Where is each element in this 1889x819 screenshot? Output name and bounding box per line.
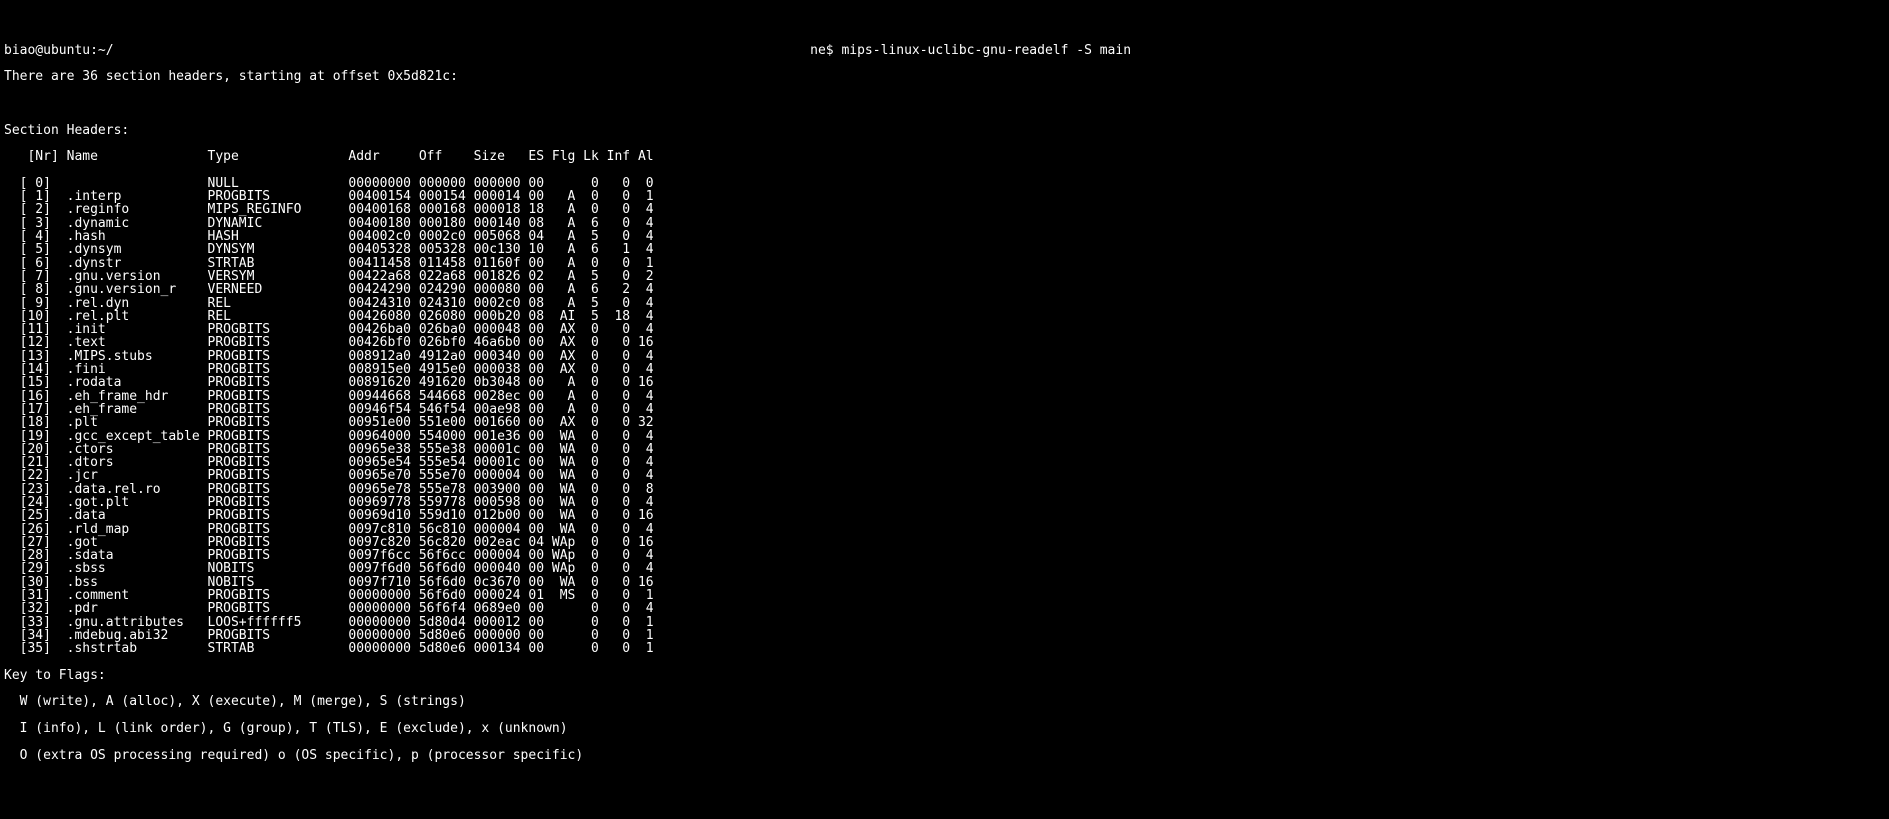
table-row: [ 8] .gnu.version_r VERNEED 00424290 024… [4, 283, 1889, 296]
flags-line-3: O (extra OS processing required) o (OS s… [4, 749, 1889, 762]
table-row: [14] .fini PROGBITS 008915e0 4915e0 0000… [4, 363, 1889, 376]
table-row: [19] .gcc_except_table PROGBITS 00964000… [4, 430, 1889, 443]
table-row: [ 7] .gnu.version VERSYM 00422a68 022a68… [4, 270, 1889, 283]
table-row: [23] .data.rel.ro PROGBITS 00965e78 555e… [4, 483, 1889, 496]
key-to-flags-title: Key to Flags: [4, 669, 1889, 682]
flags-line-2: I (info), L (link order), G (group), T (… [4, 722, 1889, 735]
blank-line [4, 97, 1889, 110]
sections-table: [ 0] NULL 00000000 000000 000000 00 0 0 … [4, 177, 1889, 656]
table-row: [ 9] .rel.dyn REL 00424310 024310 0002c0… [4, 297, 1889, 310]
table-row: [16] .eh_frame_hdr PROGBITS 00944668 544… [4, 390, 1889, 403]
table-row: [32] .pdr PROGBITS 00000000 56f6f4 0689e… [4, 602, 1889, 615]
table-row: [ 1] .interp PROGBITS 00400154 000154 00… [4, 190, 1889, 203]
table-row: [ 4] .hash HASH 004002c0 0002c0 005068 0… [4, 230, 1889, 243]
table-row: [25] .data PROGBITS 00969d10 559d10 012b… [4, 509, 1889, 522]
table-row: [30] .bss NOBITS 0097f710 56f6d0 0c3670 … [4, 576, 1889, 589]
table-row: [33] .gnu.attributes LOOS+ffffff5 000000… [4, 616, 1889, 629]
table-row: [13] .MIPS.stubs PROGBITS 008912a0 4912a… [4, 350, 1889, 363]
table-row: [24] .got.plt PROGBITS 00969778 559778 0… [4, 496, 1889, 509]
prompt-line[interactable]: biao@ubuntu:~/ ne$ mips-linux-uclibc-gnu… [4, 44, 1889, 57]
table-row: [22] .jcr PROGBITS 00965e70 555e70 00000… [4, 469, 1889, 482]
table-row: [ 6] .dynstr STRTAB 00411458 011458 0116… [4, 257, 1889, 270]
table-row: [28] .sdata PROGBITS 0097f6cc 56f6cc 000… [4, 549, 1889, 562]
table-row: [26] .rld_map PROGBITS 0097c810 56c810 0… [4, 523, 1889, 536]
flags-line-1: W (write), A (alloc), X (execute), M (me… [4, 695, 1889, 708]
table-row: [34] .mdebug.abi32 PROGBITS 00000000 5d8… [4, 629, 1889, 642]
table-row: [ 0] NULL 00000000 000000 000000 00 0 0 … [4, 177, 1889, 190]
table-row: [17] .eh_frame PROGBITS 00946f54 546f54 … [4, 403, 1889, 416]
section-headers-title: Section Headers: [4, 124, 1889, 137]
table-row: [12] .text PROGBITS 00426bf0 026bf0 46a6… [4, 336, 1889, 349]
table-row: [31] .comment PROGBITS 00000000 56f6d0 0… [4, 589, 1889, 602]
table-row: [15] .rodata PROGBITS 00891620 491620 0b… [4, 376, 1889, 389]
table-row: [27] .got PROGBITS 0097c820 56c820 002ea… [4, 536, 1889, 549]
table-row: [ 3] .dynamic DYNAMIC 00400180 000180 00… [4, 217, 1889, 230]
summary-line: There are 36 section headers, starting a… [4, 70, 1889, 83]
column-header-line: [Nr] Name Type Addr Off Size ES Flg Lk I… [4, 150, 1889, 163]
table-row: [21] .dtors PROGBITS 00965e54 555e54 000… [4, 456, 1889, 469]
table-row: [ 5] .dynsym DYNSYM 00405328 005328 00c1… [4, 243, 1889, 256]
table-row: [18] .plt PROGBITS 00951e00 551e00 00166… [4, 416, 1889, 429]
table-row: [11] .init PROGBITS 00426ba0 026ba0 0000… [4, 323, 1889, 336]
table-row: [29] .sbss NOBITS 0097f6d0 56f6d0 000040… [4, 562, 1889, 575]
table-row: [10] .rel.plt REL 00426080 026080 000b20… [4, 310, 1889, 323]
table-row: [35] .shstrtab STRTAB 00000000 5d80e6 00… [4, 642, 1889, 655]
table-row: [20] .ctors PROGBITS 00965e38 555e38 000… [4, 443, 1889, 456]
table-row: [ 2] .reginfo MIPS_REGINFO 00400168 0001… [4, 203, 1889, 216]
